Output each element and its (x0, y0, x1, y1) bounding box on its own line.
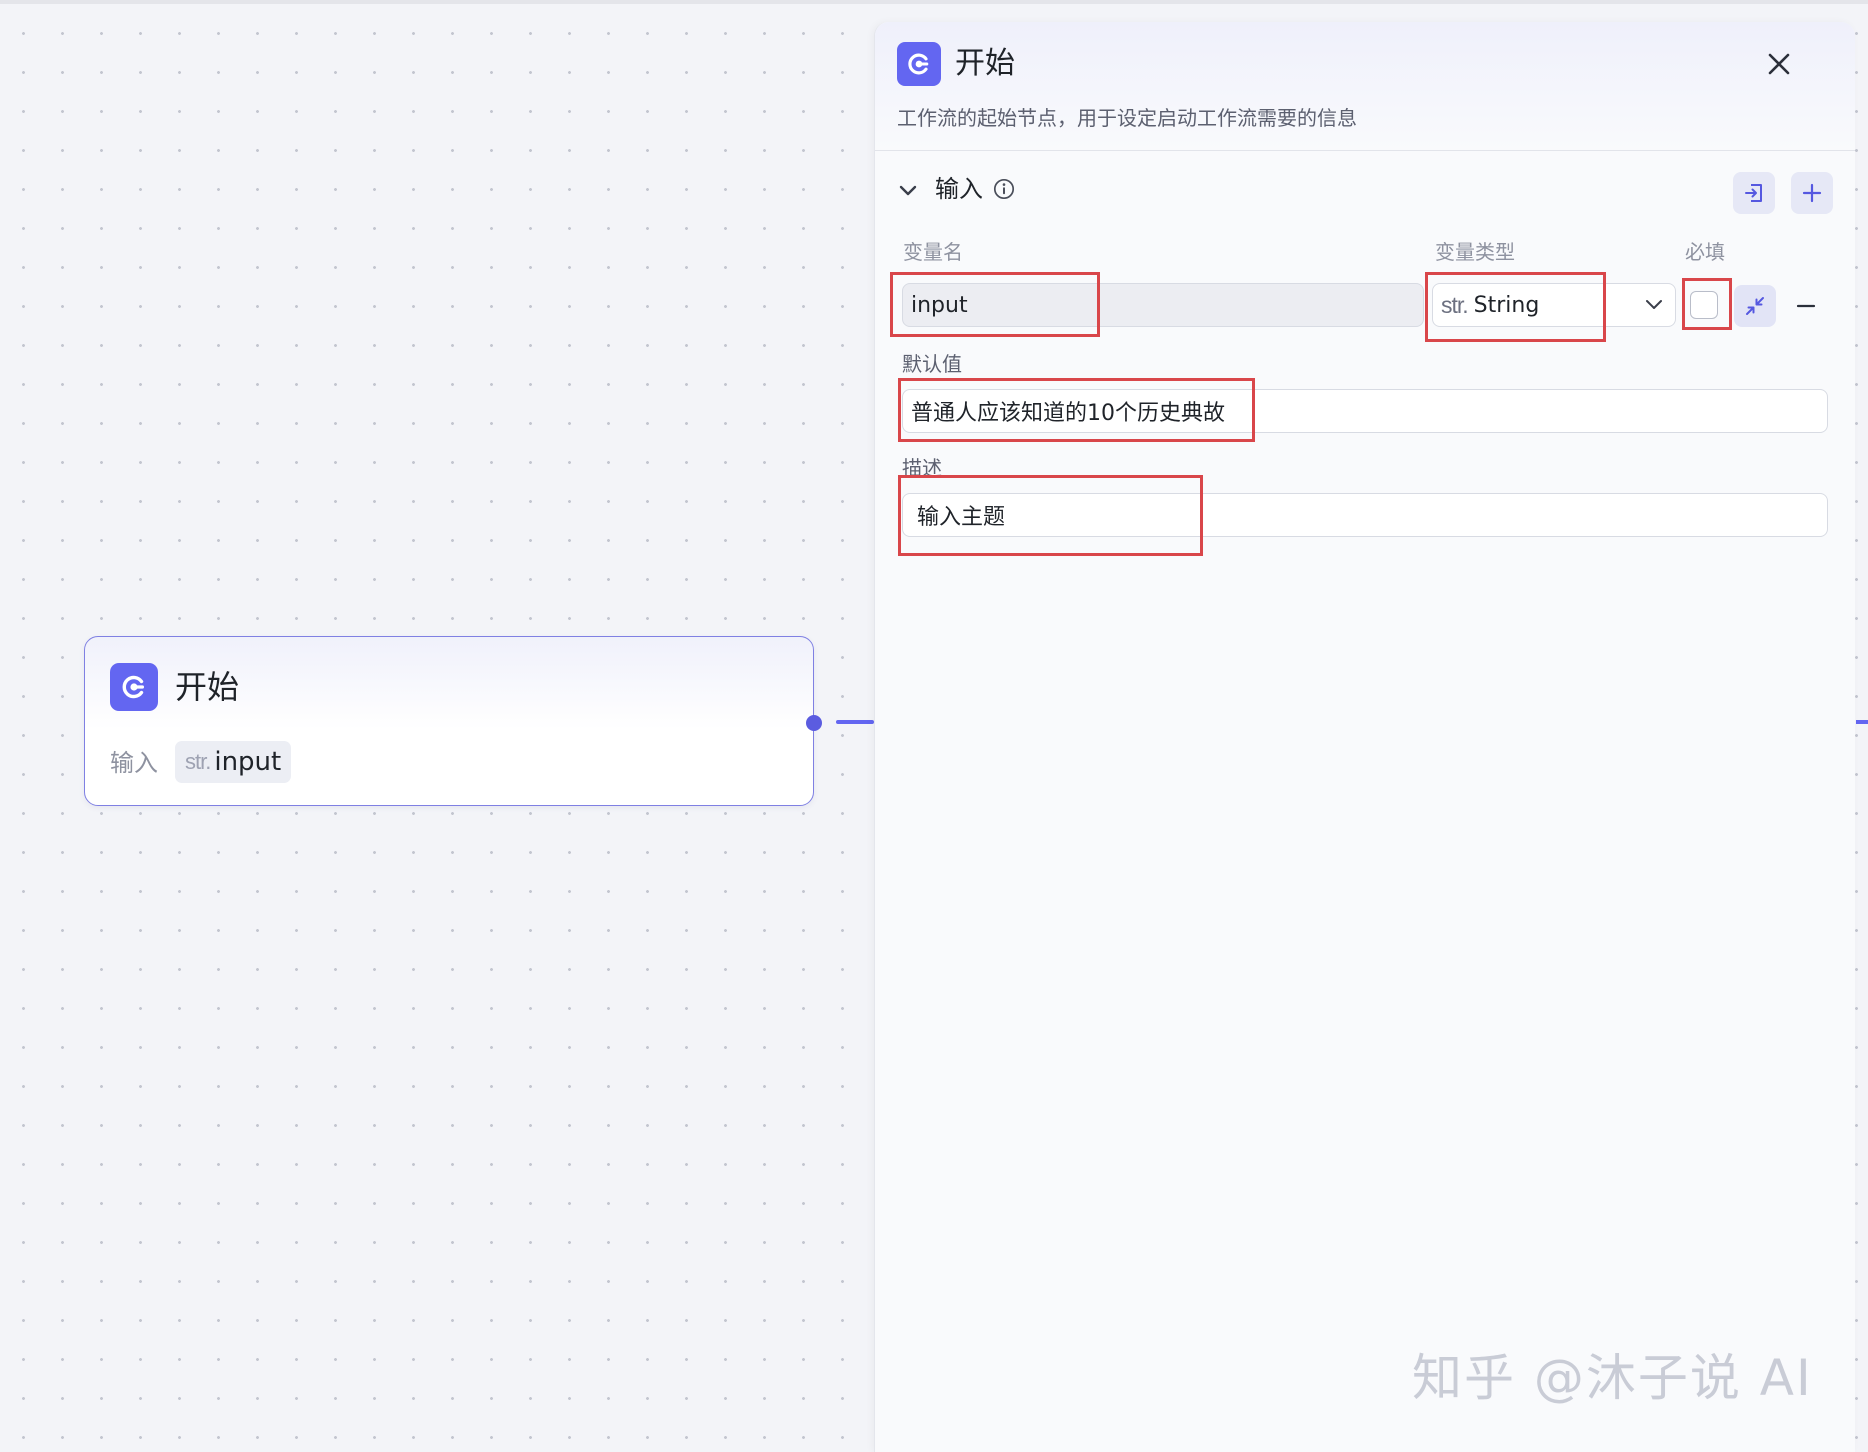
start-node-title: 开始 (175, 668, 240, 706)
variable-type-select[interactable]: str. String (1432, 283, 1676, 327)
top-border (0, 0, 1868, 4)
input-section-title: 输入 (935, 175, 983, 203)
import-variable-button[interactable] (1733, 172, 1775, 214)
watermark: 知乎 @沐子说 AI (1412, 1349, 1813, 1407)
chevron-down-icon[interactable] (897, 180, 919, 202)
plus-icon (1802, 183, 1822, 203)
node-config-panel: 开始 工作流的起始节点，用于设定启动工作流需要的信息 输入 变量名 变量类型 必… (874, 22, 1855, 1452)
variable-type-value: str. String (1441, 292, 1539, 319)
variable-name-input[interactable] (911, 292, 1423, 318)
panel-header: 开始 工作流的起始节点，用于设定启动工作流需要的信息 (875, 22, 1855, 151)
default-value-field[interactable] (902, 389, 1828, 433)
default-value-label: 默认值 (902, 352, 962, 376)
start-node-variable-tag: str. input (175, 741, 292, 783)
import-icon (1745, 184, 1762, 202)
close-button[interactable] (1759, 44, 1799, 84)
required-checkbox[interactable] (1690, 291, 1718, 319)
start-node-icon (110, 663, 158, 711)
start-node[interactable]: 开始 输入 str. input (84, 636, 814, 806)
type-name: String (1473, 292, 1540, 318)
variable-name-tag: input (214, 747, 282, 777)
add-variable-button[interactable] (1791, 172, 1833, 214)
description-label: 描述 (902, 456, 942, 480)
connection-edge-right (1856, 720, 1868, 724)
collapse-variable-button[interactable] (1734, 285, 1776, 327)
panel-title: 开始 (955, 46, 1015, 81)
description-field[interactable] (902, 493, 1828, 537)
minus-icon (1796, 304, 1816, 308)
collapse-icon (1746, 297, 1764, 315)
column-variable-name: 变量名 (903, 240, 963, 264)
start-node-icon (897, 42, 941, 86)
variable-name-field[interactable] (902, 283, 1424, 327)
start-node-input-label: 输入 (110, 749, 158, 777)
column-variable-type: 变量类型 (1435, 240, 1515, 264)
info-icon[interactable] (993, 178, 1015, 200)
connection-edge (836, 720, 874, 724)
remove-variable-button[interactable] (1790, 290, 1822, 322)
type-str-prefix: str. (1441, 291, 1469, 318)
default-value-input[interactable] (911, 398, 1827, 424)
output-port[interactable] (806, 715, 822, 731)
panel-description: 工作流的起始节点，用于设定启动工作流需要的信息 (897, 106, 1357, 130)
column-required: 必填 (1685, 240, 1725, 264)
close-icon (1768, 53, 1790, 75)
chevron-down-icon (1646, 300, 1662, 309)
description-input[interactable] (917, 502, 1827, 528)
variable-type-tag: str. (185, 749, 211, 774)
